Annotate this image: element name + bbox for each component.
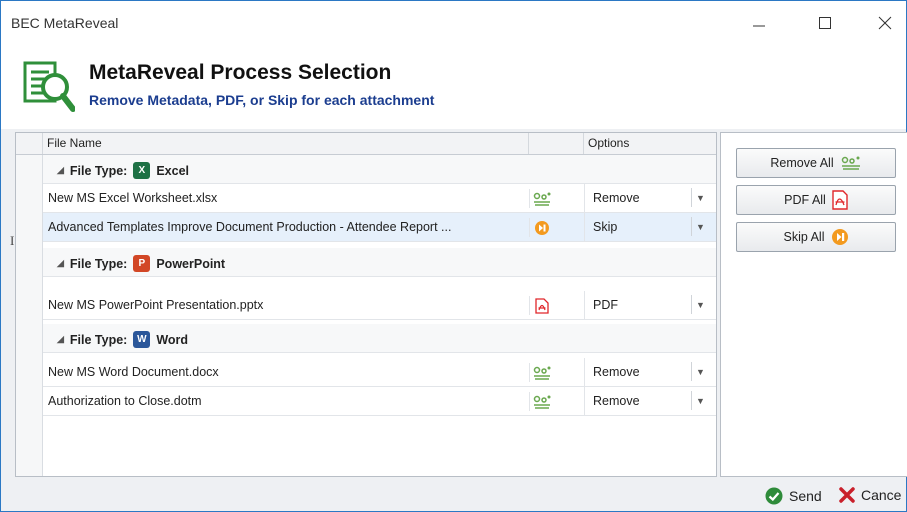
- grid-header: File Name Options: [16, 133, 716, 155]
- title-bar: BEC MetaReveal: [1, 1, 906, 45]
- pdf-icon: [529, 296, 554, 315]
- close-icon: [878, 16, 892, 30]
- minimize-button[interactable]: [737, 9, 781, 37]
- page-title: MetaReveal Process Selection: [89, 61, 392, 84]
- maximize-button[interactable]: [803, 9, 847, 37]
- column-header-icon[interactable]: [529, 133, 584, 154]
- attachments-grid: File Name Options ◢ File Type: X Excel N…: [15, 132, 717, 477]
- group-row-excel[interactable]: ◢ File Type: X Excel: [43, 155, 716, 184]
- dropdown-arrow-icon[interactable]: ▼: [691, 217, 709, 236]
- collapse-triangle-icon[interactable]: ◢: [57, 165, 64, 176]
- group-row-word[interactable]: ◢ File Type: W Word: [43, 324, 716, 353]
- remove-metadata-icon: [529, 189, 554, 208]
- group-label: File Type:: [69, 163, 128, 178]
- option-value: Remove: [593, 365, 640, 379]
- option-value: PDF: [593, 298, 618, 312]
- pdf-icon: [832, 190, 848, 210]
- option-value: Remove: [593, 394, 640, 408]
- skip-all-label: Skip All: [783, 230, 825, 244]
- page-subtitle: Remove Metadata, PDF, or Skip for each a…: [89, 92, 435, 108]
- group-row-powerpoint[interactable]: ◢ File Type: P PowerPoint: [43, 248, 716, 277]
- word-icon: W: [133, 331, 151, 348]
- dropdown-arrow-icon[interactable]: ▼: [691, 295, 709, 314]
- option-select[interactable]: Remove ▼: [584, 387, 713, 415]
- skip-icon: [831, 229, 848, 245]
- powerpoint-icon: P: [133, 255, 151, 272]
- send-label: Send: [789, 488, 822, 504]
- collapse-triangle-icon[interactable]: ◢: [57, 334, 64, 345]
- row-indicator-column: [16, 155, 43, 476]
- remove-metadata-icon: [529, 363, 554, 382]
- file-name-cell: New MS Excel Worksheet.xlsx: [48, 191, 218, 205]
- table-row-selected[interactable]: Advanced Templates Improve Document Prod…: [43, 213, 716, 242]
- dropdown-arrow-icon[interactable]: ▼: [691, 188, 709, 207]
- remove-metadata-icon: [841, 156, 860, 170]
- actions-panel: Remove All PDF All Skip All: [720, 132, 907, 477]
- option-value: Remove: [593, 191, 640, 205]
- table-row[interactable]: New MS Excel Worksheet.xlsx Remove ▼: [43, 184, 716, 213]
- option-select[interactable]: Skip ▼: [584, 213, 713, 241]
- group-type: PowerPoint: [156, 256, 226, 271]
- table-row[interactable]: Authorization to Close.dotm Remove ▼: [43, 387, 716, 416]
- remove-all-button[interactable]: Remove All: [736, 148, 896, 178]
- skip-all-button[interactable]: Skip All: [736, 222, 896, 252]
- group-type: Word: [156, 332, 189, 347]
- group-type: Excel: [156, 163, 190, 178]
- group-label: File Type:: [69, 256, 128, 271]
- dialog-footer: Send Cance: [1, 479, 906, 511]
- app-window: BEC MetaReveal MetaReveal Process Select…: [0, 0, 907, 512]
- file-name-cell: Authorization to Close.dotm: [48, 394, 202, 408]
- checkmark-icon: [765, 487, 783, 505]
- cancel-button[interactable]: Cance: [839, 487, 901, 503]
- pdf-all-label: PDF All: [784, 193, 826, 207]
- pdf-all-button[interactable]: PDF All: [736, 185, 896, 215]
- close-button[interactable]: [863, 9, 907, 37]
- dropdown-arrow-icon[interactable]: ▼: [691, 391, 709, 410]
- collapse-triangle-icon[interactable]: ◢: [57, 258, 64, 269]
- column-header-options[interactable]: Options: [584, 133, 716, 154]
- window-title: BEC MetaReveal: [11, 15, 119, 31]
- remove-all-label: Remove All: [770, 156, 834, 170]
- column-header-file-name[interactable]: File Name: [43, 133, 529, 154]
- skip-icon: [529, 218, 554, 237]
- option-value: Skip: [593, 220, 618, 234]
- remove-metadata-icon: [529, 392, 554, 411]
- metareveal-logo-icon: [23, 61, 75, 112]
- excel-icon: X: [133, 162, 151, 179]
- grid-indent-header: [16, 133, 43, 154]
- dialog-header: MetaReveal Process Selection Remove Meta…: [1, 45, 906, 129]
- option-select[interactable]: Remove ▼: [584, 358, 713, 386]
- file-name-cell: New MS PowerPoint Presentation.pptx: [48, 298, 264, 312]
- group-label: File Type:: [69, 332, 128, 347]
- file-name-cell: Advanced Templates Improve Document Prod…: [48, 220, 452, 234]
- send-button[interactable]: Send: [765, 487, 822, 505]
- file-name-cell: New MS Word Document.docx: [48, 365, 219, 379]
- table-row[interactable]: New MS Word Document.docx Remove ▼: [43, 358, 716, 387]
- option-select[interactable]: Remove ▼: [584, 184, 713, 212]
- table-row[interactable]: New MS PowerPoint Presentation.pptx PDF …: [43, 291, 716, 320]
- text-cursor-icon: I: [10, 233, 15, 248]
- dropdown-arrow-icon[interactable]: ▼: [691, 362, 709, 381]
- minimize-icon: [753, 25, 765, 27]
- maximize-icon: [819, 17, 831, 29]
- option-select[interactable]: PDF ▼: [584, 291, 713, 319]
- cancel-label: Cance: [861, 487, 902, 503]
- cancel-x-icon: [839, 487, 855, 503]
